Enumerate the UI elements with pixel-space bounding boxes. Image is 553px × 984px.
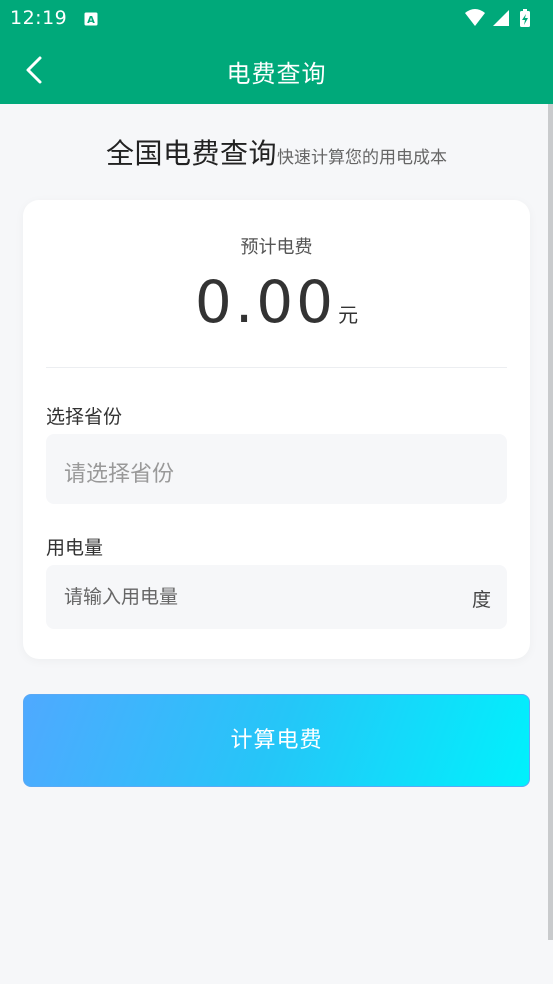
page-title: 电费查询 <box>226 60 327 88</box>
scrollbar[interactable] <box>548 104 553 940</box>
headline-title: 全国电费查询 <box>105 137 277 170</box>
svg-text:A: A <box>87 15 95 26</box>
status-time: 12:19 <box>10 7 68 29</box>
headline-subtitle: 快速计算您的用电成本 <box>277 148 447 168</box>
electricity-fee-screen: 12:19 A 电费查询 全国电费查询快速计算您的用电成本 预计电费 0.00 … <box>0 0 553 984</box>
calculate-button[interactable]: 计算电费 <box>23 694 530 787</box>
province-placeholder: 请选择省份 <box>64 462 175 487</box>
headline: 全国电费查询快速计算您的用电成本 <box>0 132 553 172</box>
calculator-card: 预计电费 0.00元 选择省份 请选择省份 用电量 度 <box>23 200 530 659</box>
app-bar: 电费查询 <box>0 37 553 104</box>
usage-unit: 度 <box>471 589 491 611</box>
usage-label: 用电量 <box>46 537 104 559</box>
province-label: 选择省份 <box>46 406 123 428</box>
divider <box>46 367 507 368</box>
estimate-unit: 元 <box>338 303 359 327</box>
battery-charging-icon <box>520 9 530 27</box>
province-select[interactable]: 请选择省份 <box>46 434 507 504</box>
wifi-icon <box>465 9 485 26</box>
usage-field: 度 <box>46 565 507 629</box>
usage-input[interactable] <box>64 565 444 629</box>
estimate-amount-row: 0.00 元 <box>23 268 530 336</box>
a-notification-icon: A <box>84 11 98 26</box>
status-bar: 12:19 A <box>0 0 553 37</box>
cell-signal-icon <box>493 10 509 26</box>
estimate-label: 预计电费 <box>240 237 313 258</box>
estimate-amount: 0.00 <box>194 268 337 336</box>
status-icons <box>463 8 543 28</box>
